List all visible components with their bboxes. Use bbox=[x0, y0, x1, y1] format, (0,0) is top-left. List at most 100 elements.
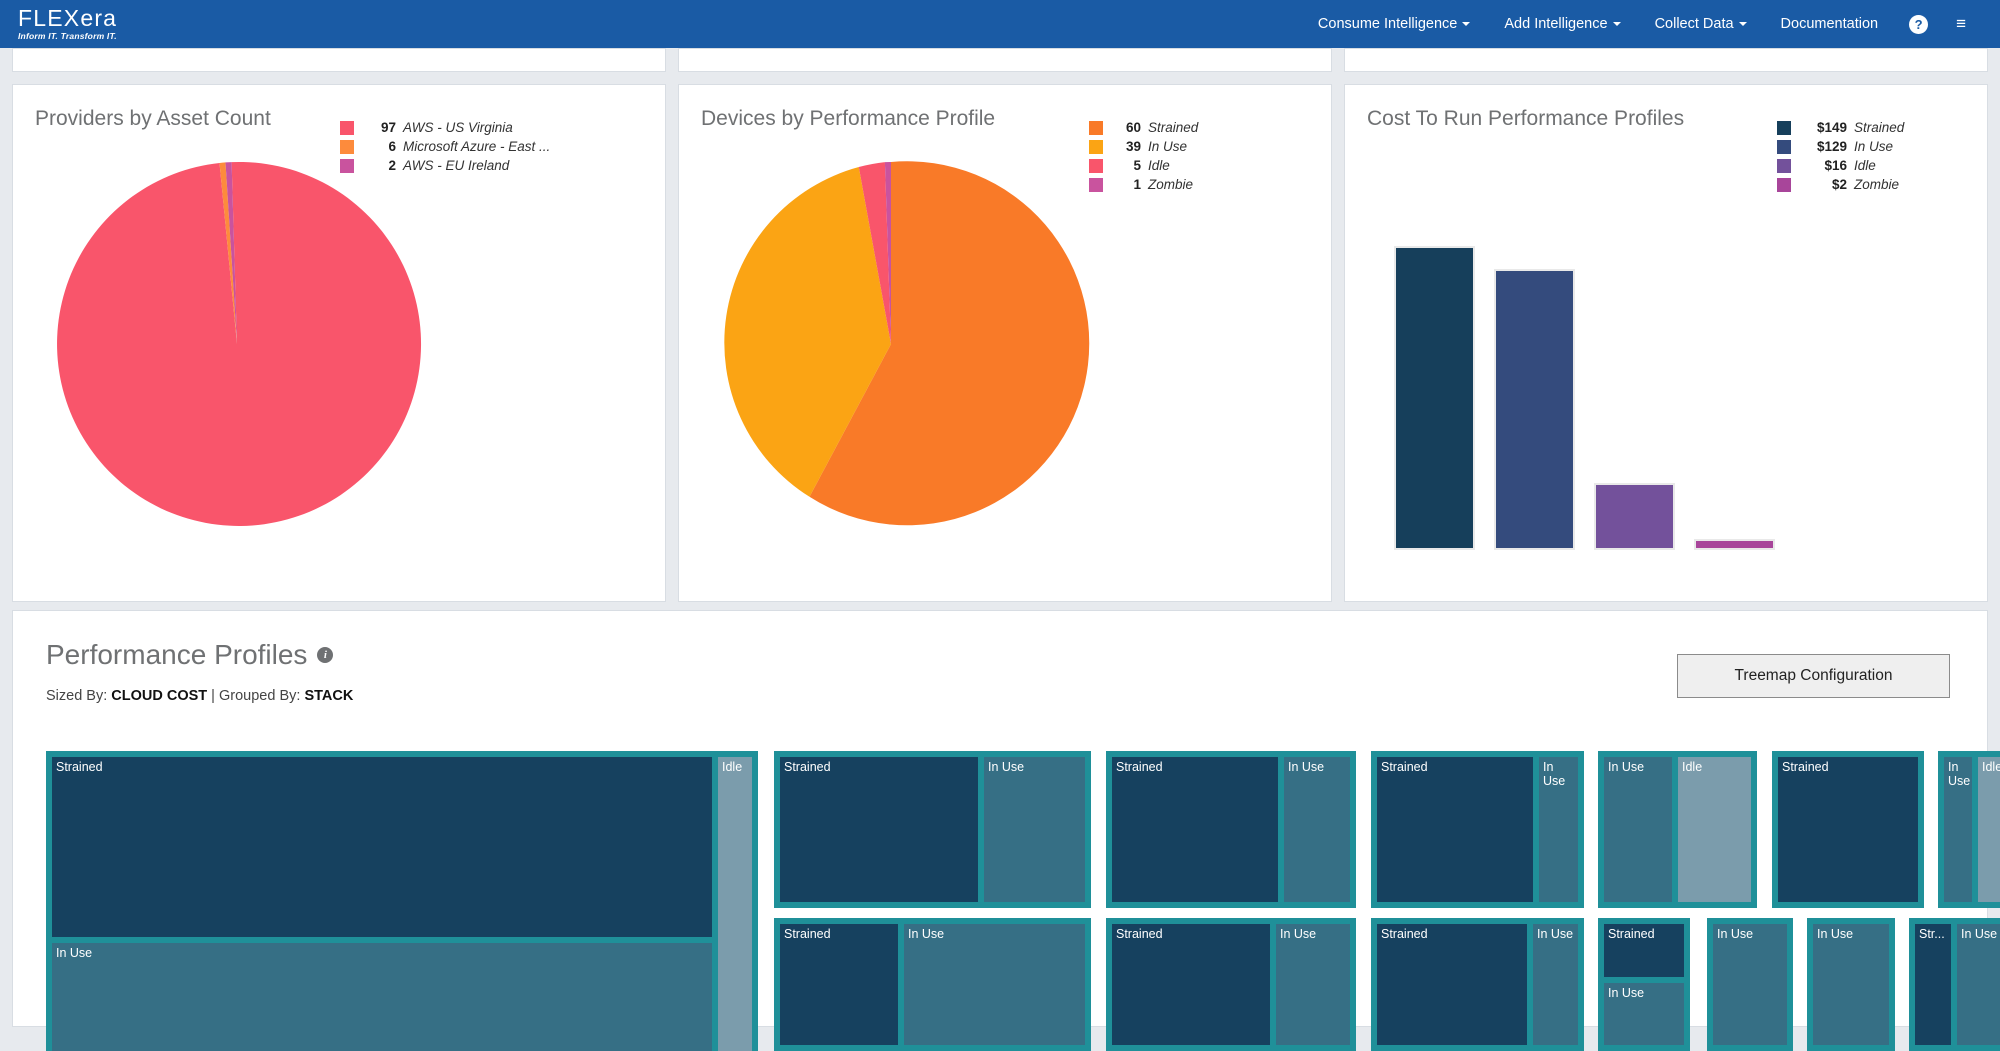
treemap-tile[interactable]: In Use bbox=[1539, 757, 1578, 902]
legend-item[interactable]: $149 Strained bbox=[1777, 118, 1904, 137]
bar-in-use[interactable] bbox=[1495, 270, 1574, 549]
treemap-tile[interactable]: In Use bbox=[52, 943, 712, 1051]
nav-item-add-intelligence[interactable]: Add Intelligence bbox=[1487, 0, 1637, 48]
treemap-tile[interactable]: In Use bbox=[1284, 757, 1350, 902]
treemap-group[interactable]: Strained In Use bbox=[1598, 918, 1690, 1051]
legend-swatch bbox=[1089, 159, 1103, 173]
nav-links: Consume Intelligence Add Intelligence Co… bbox=[1301, 0, 2000, 48]
legend-swatch bbox=[1089, 178, 1103, 192]
nav-item-label: Documentation bbox=[1781, 16, 1879, 32]
brand-name: FLEXera bbox=[18, 7, 138, 29]
legend-label: AWS - EU Ireland bbox=[403, 158, 509, 173]
legend-item[interactable]: 6 Microsoft Azure - East ... bbox=[340, 137, 550, 156]
legend-value: $129 bbox=[1803, 139, 1847, 154]
legend-swatch bbox=[1777, 159, 1791, 173]
legend-swatch bbox=[340, 121, 354, 135]
legend-label: Zombie bbox=[1854, 177, 1899, 192]
treemap-tile[interactable]: Strained bbox=[1377, 757, 1533, 902]
providers-pie-chart bbox=[13, 125, 667, 585]
treemap-tile[interactable]: In Use bbox=[1944, 757, 1972, 902]
treemap-tile[interactable]: Idle bbox=[1978, 757, 2000, 902]
legend-item[interactable]: 39 In Use bbox=[1089, 137, 1198, 156]
legend-swatch bbox=[340, 140, 354, 154]
treemap-tile[interactable]: Idle bbox=[718, 757, 752, 1051]
card-devices-by-performance-profile: Devices by Performance Profile 60 Strain… bbox=[678, 84, 1332, 602]
treemap-tile[interactable]: In Use bbox=[1604, 983, 1684, 1045]
legend-item[interactable]: $129 In Use bbox=[1777, 137, 1904, 156]
treemap-group[interactable]: StrainedIn Use bbox=[1371, 751, 1584, 908]
treemap-group[interactable]: In Use Idle bbox=[1938, 751, 2000, 908]
treemap-tile[interactable]: Strained bbox=[1604, 924, 1684, 977]
legend-label: Strained bbox=[1854, 120, 1904, 135]
legend-swatch bbox=[1777, 121, 1791, 135]
treemap-group[interactable]: In Use bbox=[1707, 918, 1793, 1051]
page-title-text: Performance Profiles bbox=[46, 639, 307, 670]
treemap-group[interactable]: In UseIdle bbox=[1598, 751, 1757, 908]
treemap-tile[interactable]: Strained bbox=[780, 757, 978, 902]
nav-item-label: Consume Intelligence bbox=[1318, 16, 1457, 32]
treemap-group[interactable]: In Use bbox=[1807, 918, 1895, 1051]
treemap-tile[interactable]: In Use bbox=[984, 757, 1085, 902]
chevron-down-icon bbox=[1613, 22, 1621, 26]
legend-item[interactable]: $2 Zombie bbox=[1777, 175, 1904, 194]
treemap-group[interactable]: StrainedIn Use bbox=[774, 751, 1091, 908]
treemap-group[interactable]: Str...In Use bbox=[1909, 918, 2000, 1051]
treemap-group[interactable]: StrainedIn Use bbox=[1106, 918, 1356, 1051]
treemap-tile[interactable]: Idle bbox=[1678, 757, 1751, 902]
legend-swatch bbox=[1777, 140, 1791, 154]
treemap-tile[interactable]: Strained bbox=[52, 757, 712, 937]
legend-value: 5 bbox=[1115, 158, 1141, 173]
legend-value: 1 bbox=[1115, 177, 1141, 192]
legend-value: $16 bbox=[1803, 158, 1847, 173]
chevron-down-icon bbox=[1739, 22, 1747, 26]
legend-item[interactable]: 97 AWS - US Virginia bbox=[340, 118, 550, 137]
legend-item[interactable]: 1 Zombie bbox=[1089, 175, 1198, 194]
pie-slice-aws-us-virginia[interactable] bbox=[57, 162, 421, 526]
legend-swatch bbox=[340, 159, 354, 173]
info-icon[interactable]: i bbox=[317, 647, 333, 663]
partial-card-top-right bbox=[1344, 48, 1988, 72]
treemap-tile[interactable]: Strained bbox=[1778, 757, 1918, 902]
nav-item-collect-data[interactable]: Collect Data bbox=[1638, 0, 1764, 48]
nav-item-documentation[interactable]: Documentation bbox=[1764, 0, 1896, 48]
performance-profiles-treemap[interactable]: StrainedIn UseIdleStrainedIn UseStrained… bbox=[46, 751, 1976, 1051]
legend-item[interactable]: 5 Idle bbox=[1089, 156, 1198, 175]
treemap-tile[interactable]: In Use bbox=[1604, 757, 1672, 902]
hamburger-menu-button[interactable]: ≡ bbox=[1942, 0, 1980, 48]
brand-tagline: Inform IT. Transform IT. bbox=[18, 31, 138, 41]
providers-legend: 97 AWS - US Virginia 6 Microsoft Azure -… bbox=[340, 118, 550, 175]
treemap-group[interactable]: StrainedIn Use bbox=[1106, 751, 1356, 908]
partial-card-top-left bbox=[12, 48, 666, 72]
legend-item[interactable]: 2 AWS - EU Ireland bbox=[340, 156, 550, 175]
bar-zombie[interactable] bbox=[1695, 540, 1774, 549]
legend-label: Microsoft Azure - East ... bbox=[403, 139, 550, 154]
bar-idle[interactable] bbox=[1595, 484, 1674, 549]
legend-item[interactable]: $16 Idle bbox=[1777, 156, 1904, 175]
legend-value: $149 bbox=[1803, 120, 1847, 135]
cost-bar-chart bbox=[1345, 125, 1989, 585]
legend-label: AWS - US Virginia bbox=[403, 120, 513, 135]
brand-logo[interactable]: FLEXera Inform IT. Transform IT. bbox=[18, 7, 138, 41]
legend-label: Idle bbox=[1148, 158, 1170, 173]
devices-pie-chart bbox=[679, 125, 1333, 585]
treemap-group[interactable]: StrainedIn Use bbox=[774, 918, 1091, 1051]
chevron-down-icon bbox=[1462, 22, 1470, 26]
nav-item-consume-intelligence[interactable]: Consume Intelligence bbox=[1301, 0, 1487, 48]
treemap-tile[interactable]: Strained bbox=[1112, 757, 1278, 902]
partial-card-top-middle bbox=[678, 48, 1332, 72]
treemap-configuration-button[interactable]: Treemap Configuration bbox=[1677, 654, 1950, 698]
treemap-group[interactable]: StrainedIn Use bbox=[1371, 918, 1584, 1051]
performance-profiles-panel: Performance Profiles i Sized By: CLOUD CO… bbox=[12, 610, 1988, 1027]
page-title: Performance Profiles i bbox=[46, 639, 333, 671]
legend-label: Strained bbox=[1148, 120, 1198, 135]
legend-item[interactable]: 60 Strained bbox=[1089, 118, 1198, 137]
treemap-summary: Sized By: CLOUD COST | Grouped By: STACK bbox=[46, 688, 353, 704]
legend-value: 6 bbox=[366, 139, 396, 154]
help-button[interactable]: ? bbox=[1895, 0, 1942, 48]
treemap-group[interactable]: Strained bbox=[1772, 751, 1924, 908]
legend-label: Zombie bbox=[1148, 177, 1193, 192]
nav-item-label: Collect Data bbox=[1655, 16, 1734, 32]
card-cost-to-run-performance-profiles: Cost To Run Performance Profiles $149 St… bbox=[1344, 84, 1988, 602]
bar-strained[interactable] bbox=[1395, 247, 1474, 549]
treemap-group[interactable]: StrainedIn UseIdle bbox=[46, 751, 758, 1051]
